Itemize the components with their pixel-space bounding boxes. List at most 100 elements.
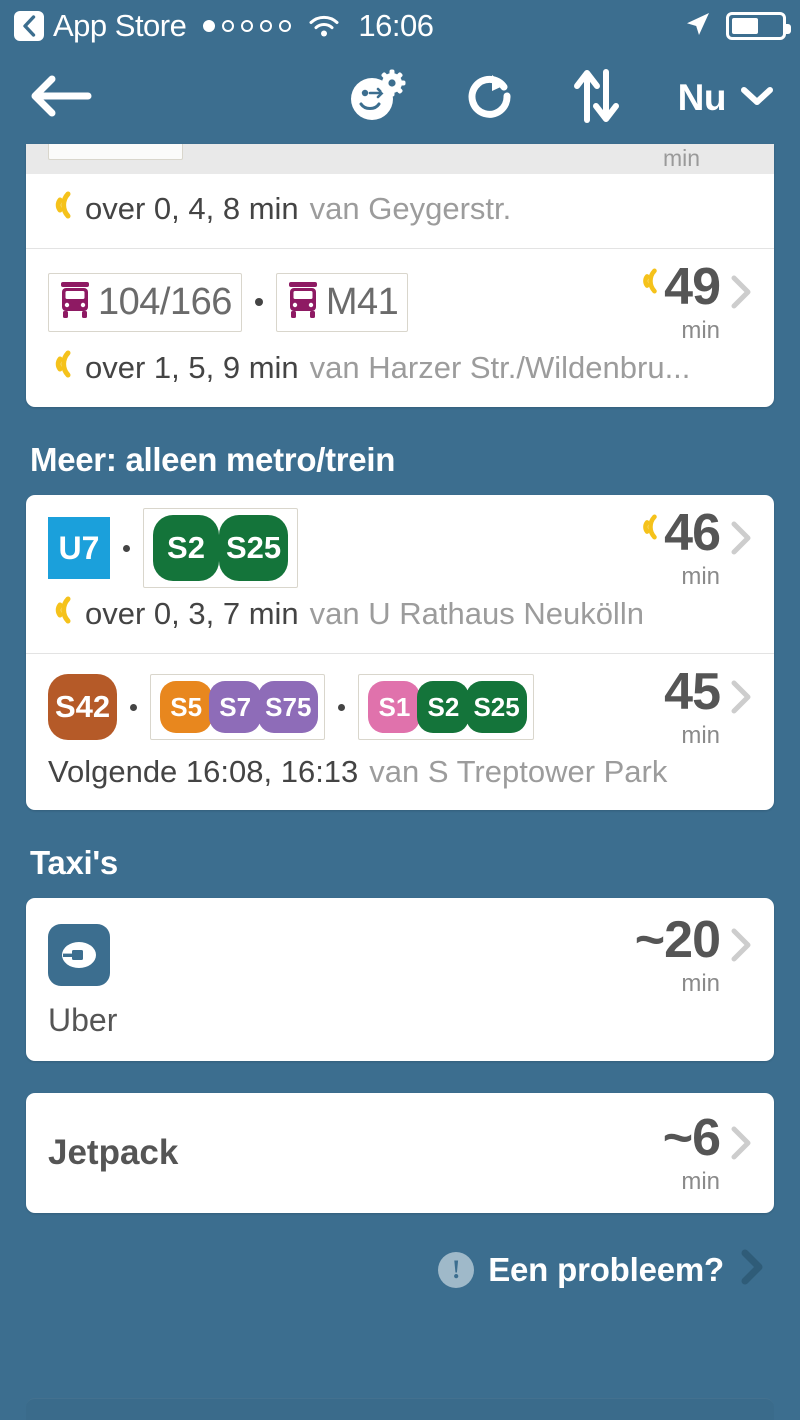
- time-selector-label: Nu: [677, 77, 727, 118]
- refresh-icon: [464, 70, 516, 127]
- row-eta-value: ~20: [634, 911, 721, 969]
- report-problem-button[interactable]: ! Een probleem?: [26, 1249, 768, 1290]
- smiley-gear-icon: [348, 69, 408, 128]
- row-eta: ~20 min: [623, 914, 752, 996]
- sbahn-group-s1-s2-s25: S1 S2 S25: [358, 674, 534, 740]
- status-bar: App Store 16:06: [0, 0, 800, 52]
- next-card-peek[interactable]: [26, 1398, 774, 1420]
- chevron-right-icon: [738, 1249, 768, 1290]
- row-eta-value: 46: [664, 504, 721, 562]
- row-subline-origin: van Harzer Str./Wildenbru...: [309, 350, 691, 385]
- row-eta: 49 min: [624, 261, 752, 343]
- metro-line-badge-u7: U7: [48, 517, 110, 579]
- status-bar-carrier-label: App Store: [53, 8, 187, 43]
- sbahn-group-s5-s7-s75: S5 S7 S75: [150, 674, 326, 740]
- sbahn-line-badge: S75: [258, 681, 319, 733]
- row-subline: over 0, 4, 8 min van Geygerstr.: [48, 174, 752, 248]
- realtime-icon: [636, 267, 660, 299]
- taxi-provider-name: Jetpack: [48, 1133, 179, 1172]
- transit-row-u7-s2-s25[interactable]: U7 S2 S25 46 min over 0, 3, 7 min van U …: [26, 495, 774, 653]
- row-eta-unit: min: [681, 970, 720, 997]
- row-eta-value: 45: [664, 663, 721, 721]
- line-separator-dot: [338, 703, 346, 711]
- row-eta-value: 49: [664, 258, 721, 316]
- up-down-arrows-icon: [572, 68, 622, 129]
- chevron-left-icon: [21, 15, 37, 37]
- line-badges: U7 S2 S25: [48, 508, 299, 588]
- row-subline: over 1, 5, 9 min van Harzer Str./Wildenb…: [48, 343, 752, 407]
- section-title-metro-train: Meer: alleen metro/trein: [30, 441, 396, 478]
- status-bar-clock: 16:06: [358, 8, 434, 43]
- line-badges: S42 S5 S7 S75 S1 S2 S25: [48, 674, 534, 740]
- row-subline-origin: van Geygerstr.: [309, 191, 512, 226]
- transit-row-geygerstr[interactable]: over 0, 4, 8 min van Geygerstr.: [26, 174, 774, 248]
- swap-direction-button[interactable]: [572, 68, 622, 129]
- status-bar-back-button[interactable]: [14, 11, 44, 41]
- transit-row-104-166-m41[interactable]: 104/166 M41 49 min over 1, 5, 9 min van …: [26, 248, 774, 407]
- realtime-icon: [636, 513, 660, 545]
- chevron-right-icon[interactable]: [730, 521, 752, 560]
- bus-line-badge-m41: M41: [275, 272, 409, 332]
- row-eta-unit: min: [681, 722, 720, 749]
- taxi-row-jetpack[interactable]: Jetpack ~6 min: [26, 1093, 774, 1213]
- chevron-right-icon[interactable]: [730, 680, 752, 719]
- report-problem-label: Een probleem?: [488, 1250, 724, 1288]
- sbahn-line-badge: S25: [466, 681, 527, 733]
- wifi-icon: [308, 14, 340, 38]
- taxi-card-jetpack: Jetpack ~6 min: [26, 1093, 774, 1213]
- results-scroll-area[interactable]: min over 0, 4, 8 min van Geygerstr. 104/…: [0, 144, 800, 1420]
- sbahn-line-badge: S2: [153, 515, 219, 581]
- nav-back-button[interactable]: [30, 74, 92, 123]
- sbahn-line-badge: S2: [417, 681, 470, 733]
- taxi-row-uber[interactable]: ~20 min Uber: [26, 898, 774, 1061]
- sbahn-line-badge: S5: [160, 681, 213, 733]
- chevron-down-icon: [740, 85, 774, 112]
- nav-bar: Nu: [0, 52, 800, 144]
- row-subline-departures: over 0, 3, 7 min: [85, 596, 299, 631]
- sbahn-line-badge: S25: [219, 515, 289, 581]
- section-title-taxis: Taxi's: [30, 844, 118, 881]
- line-separator-dot: [130, 703, 138, 711]
- transit-card-top: min over 0, 4, 8 min van Geygerstr. 104/…: [26, 144, 774, 407]
- uber-logo-icon: [48, 924, 110, 986]
- sbahn-line-badge: S1: [368, 681, 421, 733]
- bus-icon: [286, 280, 320, 325]
- arrow-left-icon: [30, 75, 92, 122]
- row-eta-value: ~6: [662, 1109, 721, 1167]
- location-arrow-icon: [684, 10, 712, 43]
- line-separator-dot: [254, 298, 263, 306]
- exclamation-circle-icon: !: [438, 1251, 475, 1288]
- taxi-provider-name: Uber: [48, 1002, 118, 1038]
- chevron-right-icon[interactable]: [730, 1126, 752, 1165]
- transit-card-metro-train: U7 S2 S25 46 min over 0, 3, 7 min van U …: [26, 495, 774, 810]
- refresh-button[interactable]: [464, 70, 516, 127]
- bus-line-label: M41: [325, 280, 399, 323]
- sbahn-group-s2-s25: S2 S25: [143, 508, 299, 588]
- bus-line-label: 104/166: [98, 280, 232, 323]
- clipped-line-badge: [48, 144, 183, 160]
- row-eta-unit: min: [681, 563, 720, 590]
- row-subline-departures: Volgende 16:08, 16:13: [48, 754, 359, 789]
- row-subline: Volgende 16:08, 16:13 van S Treptower Pa…: [48, 748, 752, 810]
- row-subline-origin: van S Treptower Park: [369, 754, 668, 789]
- clipped-row-above[interactable]: min: [26, 144, 774, 174]
- row-subline: over 0, 3, 7 min van U Rathaus Neukölln: [48, 589, 752, 653]
- row-eta-unit: min: [681, 1168, 720, 1195]
- bus-line-badge-104-166: 104/166: [48, 272, 242, 332]
- clipped-row-eta-unit: min: [662, 145, 700, 171]
- row-eta: 46 min: [624, 507, 752, 589]
- row-subline-departures: over 0, 4, 8 min: [85, 191, 299, 226]
- realtime-icon: [48, 595, 74, 633]
- transit-row-s42-group[interactable]: S42 S5 S7 S75 S1 S2 S25 45 min Volgende …: [26, 653, 774, 810]
- row-subline-departures: over 1, 5, 9 min: [85, 350, 299, 385]
- taxi-card-uber: ~20 min Uber: [26, 898, 774, 1061]
- chevron-right-icon[interactable]: [730, 928, 752, 967]
- row-eta: ~6 min: [651, 1112, 752, 1194]
- time-selector-button[interactable]: Nu: [678, 77, 774, 119]
- signal-dots-icon: [203, 20, 292, 32]
- row-subline-origin: van U Rathaus Neukölln: [309, 596, 644, 631]
- bus-icon: [58, 280, 92, 325]
- chevron-right-icon[interactable]: [730, 275, 752, 314]
- profile-settings-button[interactable]: [348, 69, 408, 128]
- metro-line-label: U7: [58, 529, 100, 566]
